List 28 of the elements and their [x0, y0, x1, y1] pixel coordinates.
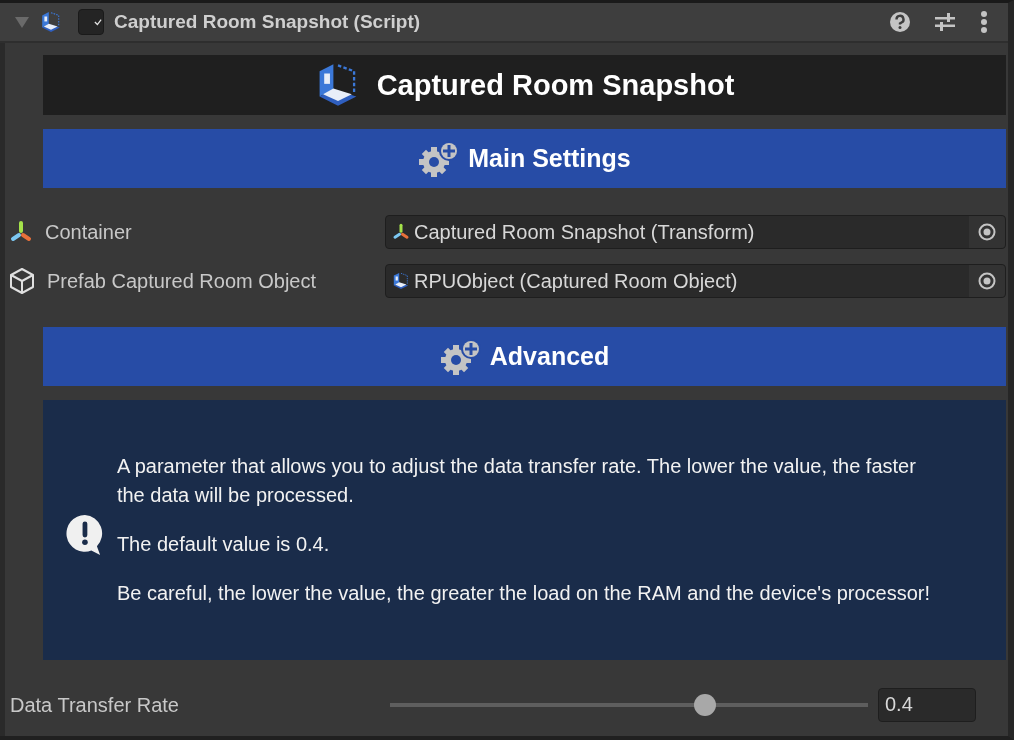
target-icon [978, 223, 996, 241]
help-icon[interactable] [890, 12, 910, 32]
object-field[interactable]: RPUObject (Captured Room Object) [385, 264, 1006, 298]
component-title: Captured Room Snapshot (Script) [114, 11, 421, 33]
banner-title: Captured Room Snapshot [376, 68, 735, 102]
transform-axes-icon [9, 220, 33, 244]
object-picker-button[interactable] [969, 265, 1005, 297]
field-label: Prefab Captured Room Object [47, 269, 317, 293]
object-field[interactable]: Captured Room Snapshot (Transform) [385, 215, 1006, 249]
cube-icon [9, 267, 35, 295]
settings-sliders-icon[interactable] [934, 12, 956, 32]
more-menu-icon[interactable] [980, 11, 988, 33]
field-label: Container [45, 220, 132, 244]
room-icon [40, 11, 62, 33]
help-text: The default value is 0.4. [116, 532, 331, 557]
target-icon [978, 272, 996, 290]
object-picker-button[interactable] [969, 216, 1005, 248]
transform-axes-icon [392, 223, 410, 241]
help-text: Be careful, the lower the value, the greater the load on the RAM and the device's processor! [116, 581, 932, 606]
help-text: A parameter that allows you to adjust the data transfer rate. The lower the value, the faster the data will be processed. [116, 454, 917, 508]
slider-value-field[interactable]: 0.4 [878, 688, 976, 722]
slider-label: Data Transfer Rate [9, 693, 180, 717]
section-title: Main Settings [468, 144, 631, 173]
room-icon [392, 272, 410, 290]
enabled-checkbox[interactable] [78, 9, 104, 35]
slider-thumb[interactable] [694, 694, 717, 716]
slider-track[interactable] [390, 694, 868, 716]
section-title: Advanced [489, 342, 610, 371]
